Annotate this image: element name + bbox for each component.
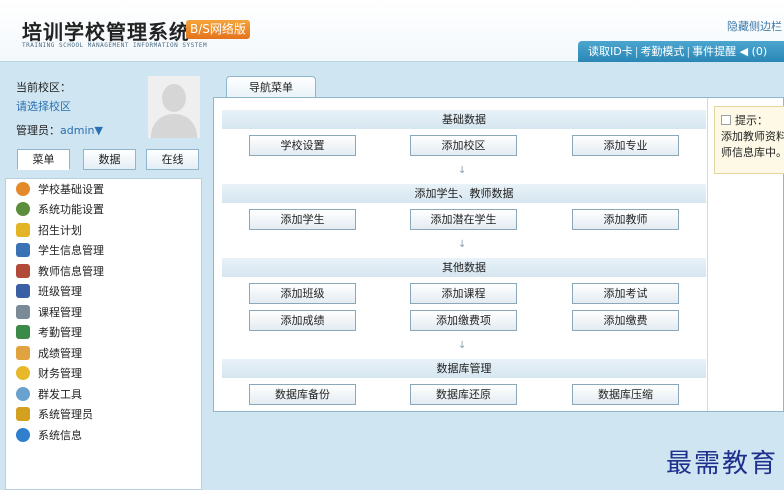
sidebar-item-label: 群发工具 — [38, 388, 82, 401]
add-exam-button[interactable]: 添加考试 — [572, 283, 679, 304]
info-icon — [16, 428, 30, 442]
db-backup-button[interactable]: 数据库备份 — [249, 384, 356, 405]
header-toolbar: 读取ID卡 | 考勤模式 | 事件提醒 ◀ (0) — [578, 41, 784, 62]
add-fee-item-button[interactable]: 添加缴费项 — [410, 310, 517, 331]
sidebar-item-label: 系统信息 — [38, 429, 82, 442]
add-major-button[interactable]: 添加专业 — [572, 135, 679, 156]
add-course-button[interactable]: 添加课程 — [410, 283, 517, 304]
add-potential-student-button[interactable]: 添加潜在学生 — [410, 209, 517, 230]
sidebar-item-label: 学校基础设置 — [38, 183, 104, 196]
sidebar-item-grades[interactable]: 成绩管理 — [16, 344, 82, 364]
gear-icon — [16, 202, 30, 216]
main-content: 导航菜单 基础数据 学校设置 添加校区 添加专业 ↓ 添加学生、教师数据 添加学… — [210, 70, 784, 490]
tip-title: 提示： — [721, 113, 784, 129]
sidebar-item-finance[interactable]: 财务管理 — [16, 364, 82, 384]
toolbar-separator: | — [686, 45, 691, 58]
sidebar-item-student-info[interactable]: 学生信息管理 — [16, 241, 104, 261]
sidebar-item-teacher-info[interactable]: 教师信息管理 — [16, 262, 104, 282]
db-restore-button[interactable]: 数据库还原 — [410, 384, 517, 405]
flag-icon — [16, 223, 30, 237]
palette-icon — [16, 182, 30, 196]
sidebar-item-label: 教师信息管理 — [38, 265, 104, 278]
campus-select-link[interactable]: 请选择校区 — [16, 98, 71, 114]
avatar — [148, 76, 200, 138]
pencil-icon — [16, 325, 30, 339]
sidebar-item-attendance[interactable]: 考勤管理 — [16, 323, 82, 343]
toolbar-separator: | — [634, 45, 639, 58]
left-sidebar: 当前校区： 请选择校区 管理员：admin▼ 菜单 数据 在线 学校基础设置 系… — [5, 70, 202, 490]
section-title-database: 数据库管理 — [222, 359, 706, 378]
book-icon — [16, 284, 30, 298]
sidebar-item-label: 成绩管理 — [38, 347, 82, 360]
watermark-text: 最需教育 — [665, 449, 778, 479]
sidebar-item-sysadmin[interactable]: 系统管理员 — [16, 405, 93, 425]
tip-title-text: 提示： — [735, 114, 768, 127]
tip-line: 师信息库中。 — [721, 146, 784, 159]
app-title: 培训学校管理系统 — [22, 20, 190, 44]
sidebar-item-system-settings[interactable]: 系统功能设置 — [16, 200, 104, 220]
sidebar-item-broadcast[interactable]: 群发工具 — [16, 385, 82, 405]
add-campus-button[interactable]: 添加校区 — [410, 135, 517, 156]
sidebar-item-label: 招生计划 — [38, 224, 82, 237]
flow-arrow-icon: ↓ — [458, 340, 467, 351]
admin-label-text: 管理员： — [16, 124, 60, 137]
avatar-head-icon — [162, 84, 186, 112]
flow-arrow-icon: ↓ — [458, 239, 467, 250]
app-header: 培训学校管理系统 B/S网络版 TRAINING SCHOOL MANAGEME… — [0, 0, 784, 62]
current-campus-label: 当前校区： — [16, 81, 71, 94]
tab-menu[interactable]: 菜单 — [17, 149, 70, 170]
add-class-button[interactable]: 添加班级 — [249, 283, 356, 304]
sidebar-item-label: 考勤管理 — [38, 326, 82, 339]
chat-icon — [16, 387, 30, 401]
app-subtitle: TRAINING SCHOOL MANAGEMENT INFORMATION S… — [22, 42, 208, 49]
section-title-basic: 基础数据 — [222, 110, 706, 129]
teacher-card-icon — [16, 264, 30, 278]
admin-label: 管理员：admin▼ — [16, 122, 103, 138]
hide-sidebar-link[interactable]: 隐藏侧边栏 — [727, 18, 782, 34]
section-title-other: 其他数据 — [222, 258, 706, 277]
section-title-students-teachers: 添加学生、教师数据 — [222, 184, 706, 203]
admin-user-dropdown[interactable]: admin▼ — [60, 124, 103, 137]
add-teacher-button[interactable]: 添加教师 — [572, 209, 679, 230]
school-settings-button[interactable]: 学校设置 — [249, 135, 356, 156]
sidebar-item-label: 班级管理 — [38, 285, 82, 298]
list-icon — [16, 305, 30, 319]
flow-arrow-icon: ↓ — [458, 165, 467, 176]
sidebar-item-class[interactable]: 班级管理 — [16, 282, 82, 302]
tip-icon — [721, 115, 731, 125]
tip-line: 添加教师资料 — [721, 130, 784, 143]
student-card-icon — [16, 243, 30, 257]
edition-badge: B/S网络版 — [186, 20, 250, 39]
sidebar-item-course[interactable]: 课程管理 — [16, 303, 82, 323]
profile-panel: 当前校区： 请选择校区 管理员：admin▼ — [5, 70, 202, 142]
add-grade-button[interactable]: 添加成绩 — [249, 310, 356, 331]
nav-menu-grid: 基础数据 学校设置 添加校区 添加专业 ↓ 添加学生、教师数据 添加学生 添加潜… — [214, 98, 708, 411]
add-payment-button[interactable]: 添加缴费 — [572, 310, 679, 331]
db-compress-button[interactable]: 数据库压缩 — [572, 384, 679, 405]
read-card-button[interactable]: 读取ID卡 — [588, 41, 633, 62]
sidebar-item-label: 系统功能设置 — [38, 203, 104, 216]
tab-data[interactable]: 数据 — [83, 149, 136, 170]
sidebar-item-label: 学生信息管理 — [38, 244, 104, 257]
sidebar-item-school-settings[interactable]: 学校基础设置 — [16, 180, 104, 200]
sidebar-item-label: 系统管理员 — [38, 408, 93, 421]
sidebar-tabs: 菜单 数据 在线 — [11, 149, 199, 170]
key-icon — [16, 407, 30, 421]
nav-panel: 基础数据 学校设置 添加校区 添加专业 ↓ 添加学生、教师数据 添加学生 添加潜… — [213, 97, 784, 412]
add-student-button[interactable]: 添加学生 — [249, 209, 356, 230]
sidebar-item-label: 课程管理 — [38, 306, 82, 319]
note-icon — [16, 346, 30, 360]
event-reminder-button[interactable]: 事件提醒 ◀ (0) — [692, 41, 767, 62]
tab-online[interactable]: 在线 — [146, 149, 199, 170]
avatar-body-icon — [151, 114, 197, 138]
sidebar-item-label: 财务管理 — [38, 367, 82, 380]
sidebar-menu: 学校基础设置 系统功能设置 招生计划 学生信息管理 教师信息管理 班级管理 课程… — [5, 178, 202, 490]
tab-nav-menu[interactable]: 导航菜单 — [226, 76, 316, 98]
coin-icon — [16, 366, 30, 380]
tip-box: 提示： 添加教师资料 师信息库中。 — [714, 106, 784, 174]
attendance-mode-button[interactable]: 考勤模式 — [640, 41, 684, 62]
sidebar-item-sysinfo[interactable]: 系统信息 — [16, 426, 82, 446]
sidebar-item-enrollment-plan[interactable]: 招生计划 — [16, 221, 82, 241]
